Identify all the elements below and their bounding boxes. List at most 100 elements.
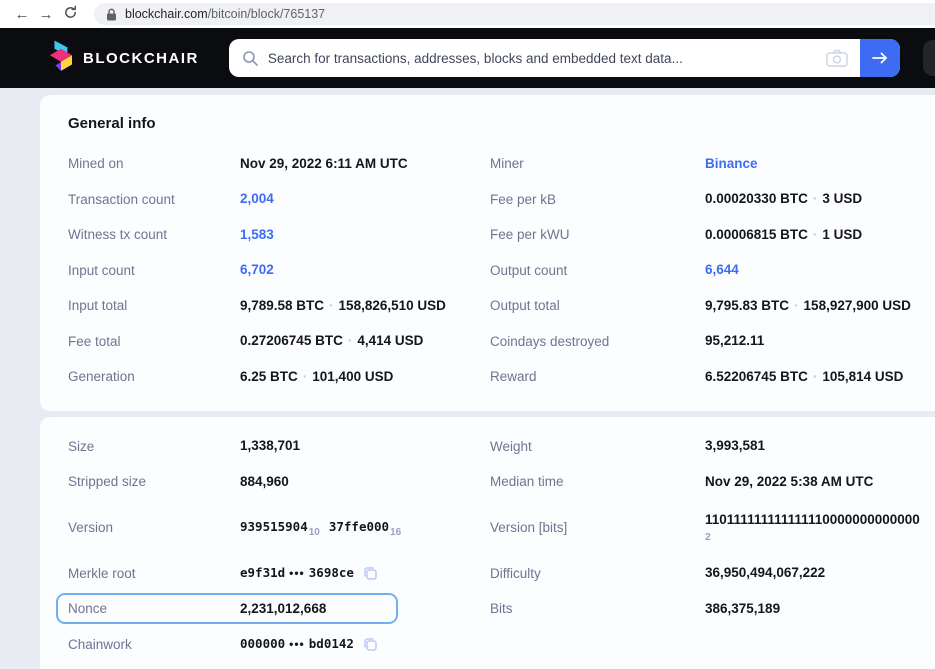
general-info-rows: Mined onNov 29, 2022 6:11 AM UTCMinerBin… xyxy=(68,146,935,395)
info-row-coindays-destroyed: Coindays destroyed95,212.11 xyxy=(490,324,935,360)
card-title: General info xyxy=(68,115,935,132)
value-segment: e9f31d xyxy=(240,565,285,580)
row-value: 0.00006815 BTC·1 USD xyxy=(705,226,862,244)
row-label: Output count xyxy=(490,263,705,278)
info-row-weight: Weight3,993,581 xyxy=(490,429,935,465)
value-segment: 9,789.58 BTC xyxy=(240,298,324,313)
info-row-difficulty: Difficulty36,950,494,067,222 xyxy=(490,556,935,592)
forward-icon[interactable]: → xyxy=(34,6,58,23)
row-label: Mined on xyxy=(68,156,240,171)
header-edge-button[interactable] xyxy=(923,40,935,76)
url-text: blockchair.com/bitcoin/block/765137 xyxy=(125,7,325,21)
value-segment: ••• xyxy=(289,637,305,651)
info-row-input-total: Input total9,789.58 BTC·158,826,510 USD xyxy=(68,288,490,324)
address-bar[interactable]: blockchair.com/bitcoin/block/765137 xyxy=(94,3,935,25)
value-segment: · xyxy=(303,369,308,384)
row-value: 2,231,012,668 xyxy=(240,600,326,618)
value-segment: 36,950,494,067,222 xyxy=(705,565,825,580)
value-link[interactable]: 6,702 xyxy=(240,262,274,277)
value-segment: 158,927,900 USD xyxy=(804,298,911,313)
info-row-output-count: Output count6,644 xyxy=(490,253,935,289)
info-row-output-total: Output total9,795.83 BTC·158,927,900 USD xyxy=(490,288,935,324)
info-row-nonce[interactable]: Nonce2,231,012,668 xyxy=(56,593,398,624)
row-value: 95,212.11 xyxy=(705,332,764,350)
row-value: 2,004 xyxy=(240,190,274,208)
value-segment: ••• xyxy=(289,566,305,580)
info-grid-row: Input total9,789.58 BTC·158,826,510 USDO… xyxy=(68,288,935,324)
row-value: Nov 29, 2022 5:38 AM UTC xyxy=(705,473,873,491)
row-value: 6,644 xyxy=(705,261,739,279)
info-row-fee-per-kb: Fee per kB0.00020330 BTC·3 USD xyxy=(490,182,935,218)
value-segment: · xyxy=(813,227,818,242)
page-body: General info Mined onNov 29, 2022 6:11 A… xyxy=(0,95,935,669)
row-value: 0.00020330 BTC·3 USD xyxy=(705,190,862,208)
value-segment: 37ffe000 xyxy=(329,519,389,534)
row-value: 36,950,494,067,222 xyxy=(705,564,825,582)
row-label: Fee per kWU xyxy=(490,227,705,242)
value-link[interactable]: 2,004 xyxy=(240,191,274,206)
info-row-bits: Bits386,375,189 xyxy=(490,591,935,627)
value-segment: 101,400 USD xyxy=(312,369,393,384)
empty-cell xyxy=(490,627,935,663)
value-link[interactable]: 6,644 xyxy=(705,262,739,277)
value-segment: 1,338,701 xyxy=(240,438,300,453)
info-row-size: Size1,338,701 xyxy=(68,429,490,465)
info-row-witness-tx-count: Witness tx count1,583 xyxy=(68,217,490,253)
info-row-stripped-size: Stripped size884,960 xyxy=(68,464,490,500)
search-input[interactable] xyxy=(268,51,814,66)
row-label: Transaction count xyxy=(68,192,240,207)
row-value: 6.52206745 BTC·105,814 USD xyxy=(705,368,903,386)
row-value: 000000•••bd0142 xyxy=(240,635,354,653)
value-segment: 000000 xyxy=(240,636,285,651)
value-segment: 105,814 USD xyxy=(822,369,903,384)
row-label: Input total xyxy=(68,298,240,313)
back-icon[interactable]: ← xyxy=(10,6,34,23)
info-grid-row: Mined onNov 29, 2022 6:11 AM UTCMinerBin… xyxy=(68,146,935,182)
copy-icon[interactable] xyxy=(362,636,378,652)
info-grid-row: Nonce2,231,012,668Bits386,375,189 xyxy=(68,591,935,627)
row-value: 0.27206745 BTC·4,414 USD xyxy=(240,332,423,350)
row-value: 6.25 BTC·101,400 USD xyxy=(240,368,393,386)
row-label: Coindays destroyed xyxy=(490,334,705,349)
row-label: Bits xyxy=(490,601,705,616)
row-value: 1,583 xyxy=(240,226,274,244)
row-label: Miner xyxy=(490,156,705,171)
row-value: 3,993,581 xyxy=(705,437,765,455)
reload-icon[interactable] xyxy=(58,5,82,24)
value-segment: 2,231,012,668 xyxy=(240,601,326,616)
info-row-generation: Generation6.25 BTC·101,400 USD xyxy=(68,359,490,395)
brand-name: BLOCKCHAIR xyxy=(83,50,199,67)
lock-icon[interactable] xyxy=(106,8,117,21)
info-row-input-count: Input count6,702 xyxy=(68,253,490,289)
value-segment: 4,414 USD xyxy=(357,333,423,348)
row-label: Difficulty xyxy=(490,566,705,581)
row-label: Reward xyxy=(490,369,705,384)
row-label: Stripped size xyxy=(68,474,240,489)
info-row-median-time: Median timeNov 29, 2022 5:38 AM UTC xyxy=(490,464,935,500)
camera-icon[interactable] xyxy=(826,49,848,67)
copy-icon[interactable] xyxy=(362,565,378,581)
search-submit-button[interactable] xyxy=(860,39,900,77)
row-value: 386,375,189 xyxy=(705,600,780,618)
info-grid-row: Witness tx count1,583Fee per kWU0.000068… xyxy=(68,217,935,253)
value-link[interactable]: 1,583 xyxy=(240,227,274,242)
value-segment: · xyxy=(813,369,818,384)
row-label: Weight xyxy=(490,439,705,454)
value-segment: 9,795.83 BTC xyxy=(705,298,789,313)
value-segment: · xyxy=(329,298,334,313)
search-icon xyxy=(242,50,259,67)
info-row-merkle-root: Merkle roote9f31d•••3698ce xyxy=(68,556,490,592)
info-row-miner: MinerBinance xyxy=(490,146,935,182)
row-value: 1101111111111111100000000000002 xyxy=(705,511,920,544)
info-grid-row: Transaction count2,004 Fee per kB0.000203… xyxy=(68,182,935,218)
row-value: 9395159041037ffe00016 xyxy=(240,518,410,536)
value-link[interactable]: Binance xyxy=(705,156,758,171)
block-details-rows: Size1,338,701Weight3,993,581Stripped siz… xyxy=(68,429,935,663)
brand-home-link[interactable]: BLOCKCHAIR xyxy=(48,40,199,76)
info-row-version: Version9395159041037ffe00016 xyxy=(68,500,490,556)
info-row-fee-per-kwu: Fee per kWU0.00006815 BTC·1 USD xyxy=(490,217,935,253)
value-segment: 3,993,581 xyxy=(705,438,765,453)
row-label: Input count xyxy=(68,263,240,278)
info-row-mined-on: Mined onNov 29, 2022 6:11 AM UTC xyxy=(68,146,490,182)
row-label: Fee total xyxy=(68,334,240,349)
